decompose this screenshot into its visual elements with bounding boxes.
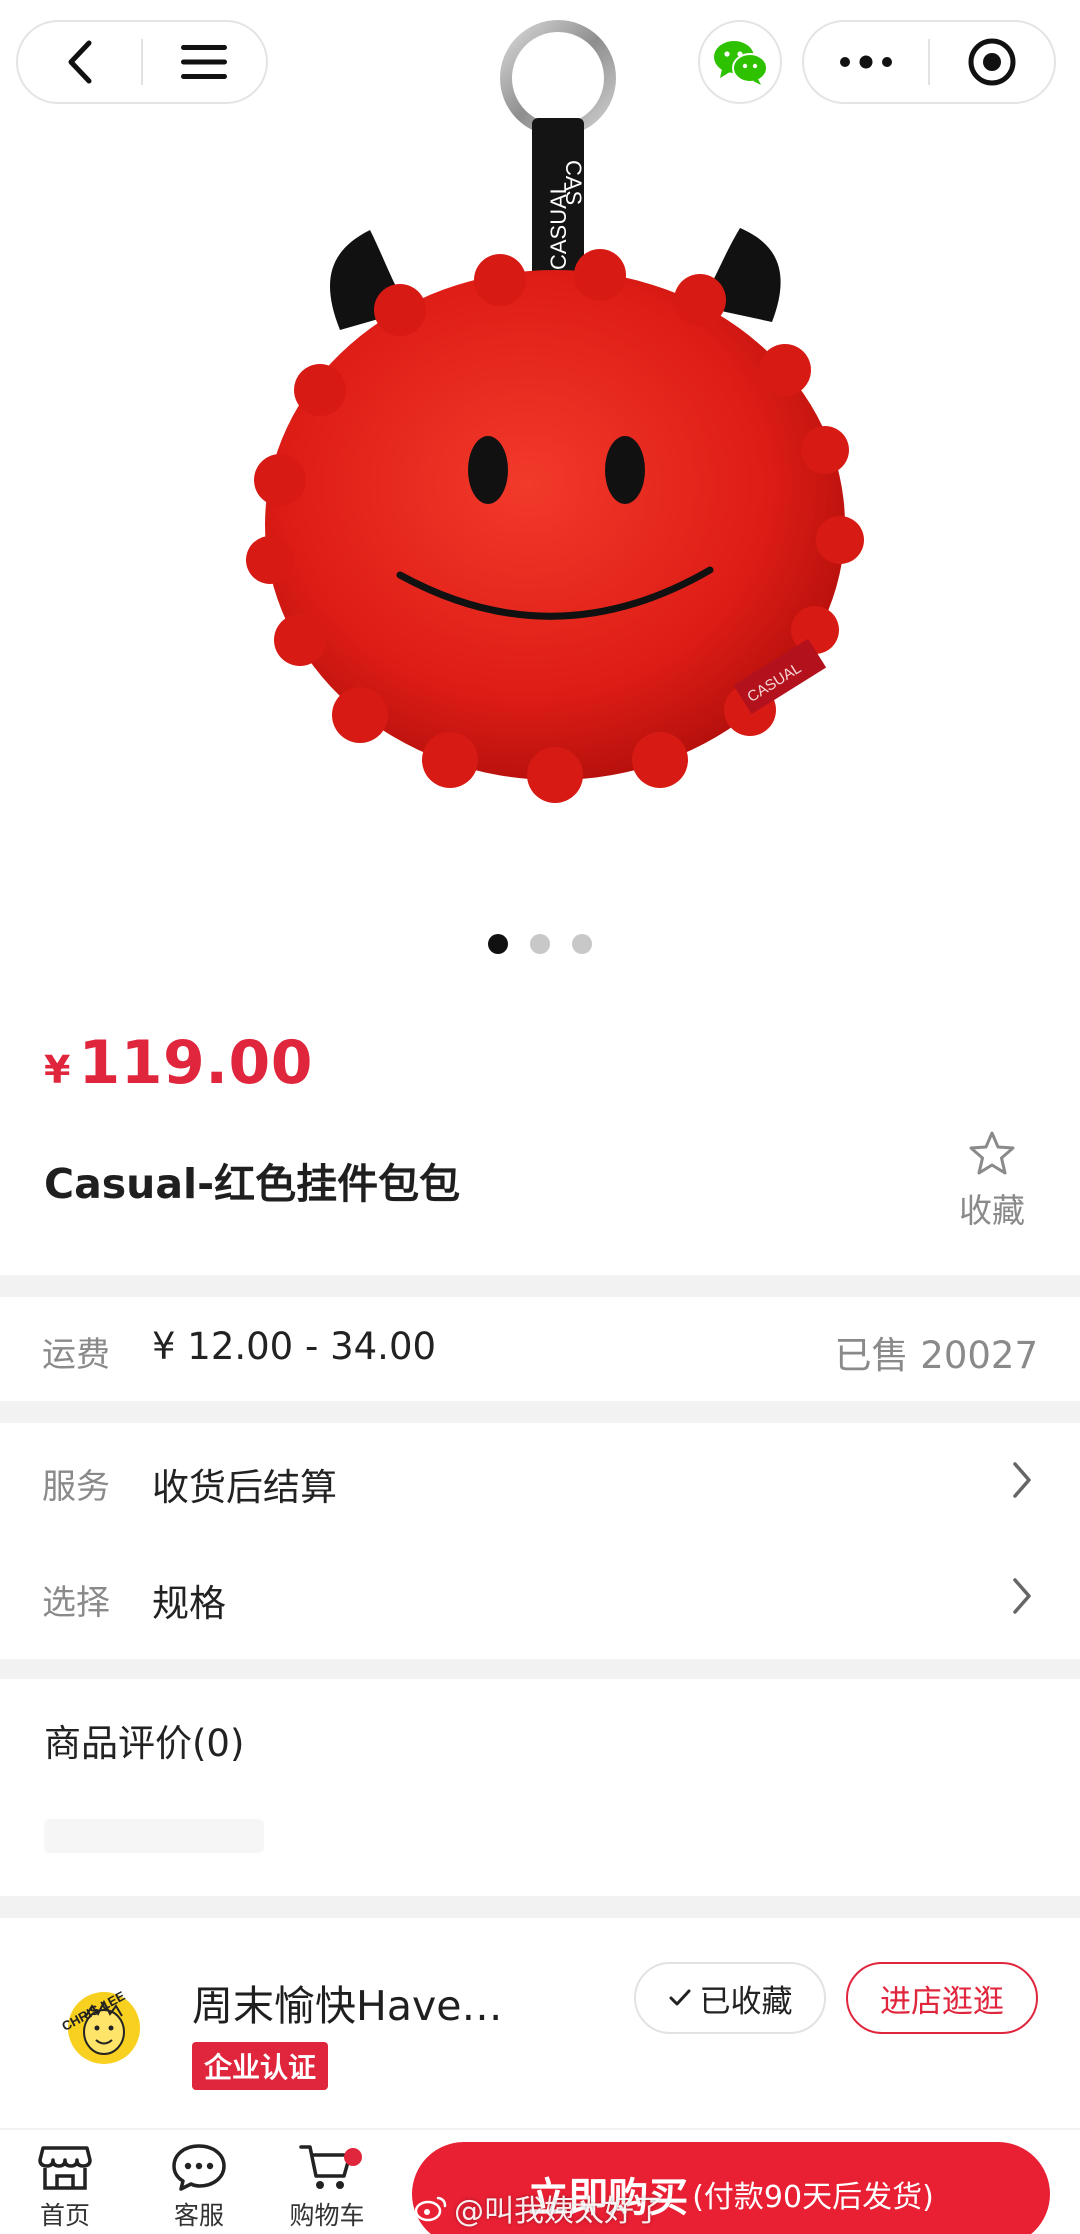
- option-row-service[interactable]: 服务 收货后结算: [0, 1423, 1080, 1541]
- reviews-title: 商品评价(0): [44, 1722, 245, 1765]
- option-row-spec[interactable]: 选择 规格: [0, 1541, 1080, 1659]
- nav-capsule-left: [16, 20, 268, 104]
- watermark-text: @叫我姨太好了: [454, 2194, 664, 2229]
- product-gallery[interactable]: CASUAL CAS CASUAL: [0, 0, 1080, 990]
- tab-service[interactable]: 客服: [144, 2142, 254, 2232]
- target-icon: [968, 38, 1016, 86]
- product-price: ¥ 119.00: [44, 1028, 313, 1098]
- shipping-fee: ¥ 12.00 - 34.00: [152, 1325, 437, 1368]
- reviews-section[interactable]: 商品评价(0): [0, 1679, 1080, 1896]
- back-button[interactable]: [18, 22, 141, 102]
- menu-icon: [181, 45, 228, 79]
- cart-badge: [344, 2148, 362, 2166]
- more-icon: [840, 55, 892, 69]
- option-value: 规格: [152, 1582, 226, 1625]
- price-section: ¥ 119.00 Casual-红色挂件包包 收藏: [0, 990, 1080, 1275]
- close-miniprogram-button[interactable]: [930, 22, 1054, 102]
- price-value: 119.00: [78, 1028, 313, 1098]
- option-label: 选择: [42, 1583, 110, 1623]
- option-label: 服务: [42, 1467, 110, 1507]
- gallery-dot[interactable]: [488, 934, 508, 954]
- visit-store-button[interactable]: 进店逛逛: [846, 1962, 1038, 2034]
- chevron-right-icon: [1013, 1578, 1031, 1614]
- store-section: CHRIS LEE 周末愉快Have… 企业认证 已收藏 进店逛逛: [0, 1918, 1080, 2128]
- gallery-dot[interactable]: [530, 934, 550, 954]
- tab-home[interactable]: 首页: [10, 2142, 120, 2232]
- gallery-dot[interactable]: [572, 934, 592, 954]
- option-value: 收货后结算: [152, 1466, 337, 1509]
- chevron-right-icon: [1013, 1462, 1031, 1498]
- options-section: 服务 收货后结算 选择 规格: [0, 1423, 1080, 1659]
- product-title: Casual-红色挂件包包: [44, 1160, 461, 1208]
- wechat-icon: [714, 41, 768, 85]
- gallery-indicator: [0, 934, 1080, 954]
- nav-capsule-right: [802, 20, 1056, 104]
- tab-label: 购物车: [289, 2201, 365, 2230]
- wechat-share-button[interactable]: [698, 20, 782, 104]
- store-logo[interactable]: CHRIS LEE: [52, 1972, 156, 2076]
- more-button[interactable]: [804, 22, 928, 102]
- shipping-label: 运费: [42, 1335, 110, 1375]
- tab-label: 首页: [39, 2201, 90, 2230]
- favorite-button[interactable]: 收藏: [950, 1130, 1034, 1232]
- followed-button[interactable]: 已收藏: [634, 1962, 826, 2034]
- back-icon: [68, 40, 91, 84]
- sold-count: 已售 20027: [834, 1334, 1038, 1377]
- tab-label: 客服: [173, 2201, 224, 2230]
- check-icon: [669, 1989, 690, 2006]
- shipping-row: 运费 ¥ 12.00 - 34.00 已售 20027: [0, 1297, 1080, 1401]
- menu-button[interactable]: [143, 22, 266, 102]
- reviews-placeholder: [44, 1819, 264, 1853]
- product-image: CASUAL CAS CASUAL: [246, 20, 864, 803]
- currency-symbol: ¥: [44, 1048, 71, 1092]
- star-icon: [969, 1131, 1015, 1175]
- store-icon: [38, 2146, 92, 2190]
- favorite-label: 收藏: [959, 1191, 1025, 1230]
- svg-text:CAS: CAS: [561, 160, 586, 205]
- watermark: @叫我姨太好了: [414, 2186, 664, 2230]
- store-name[interactable]: 周末愉快Have…: [192, 1972, 502, 2032]
- chat-icon: [172, 2144, 226, 2191]
- weibo-icon: [414, 2196, 447, 2222]
- tab-cart[interactable]: 购物车: [272, 2142, 382, 2232]
- buy-now-note: (付款90天后发货): [692, 2180, 934, 2215]
- enterprise-cert-badge: 企业认证: [192, 2042, 329, 2090]
- followed-label: 已收藏: [699, 1983, 793, 2020]
